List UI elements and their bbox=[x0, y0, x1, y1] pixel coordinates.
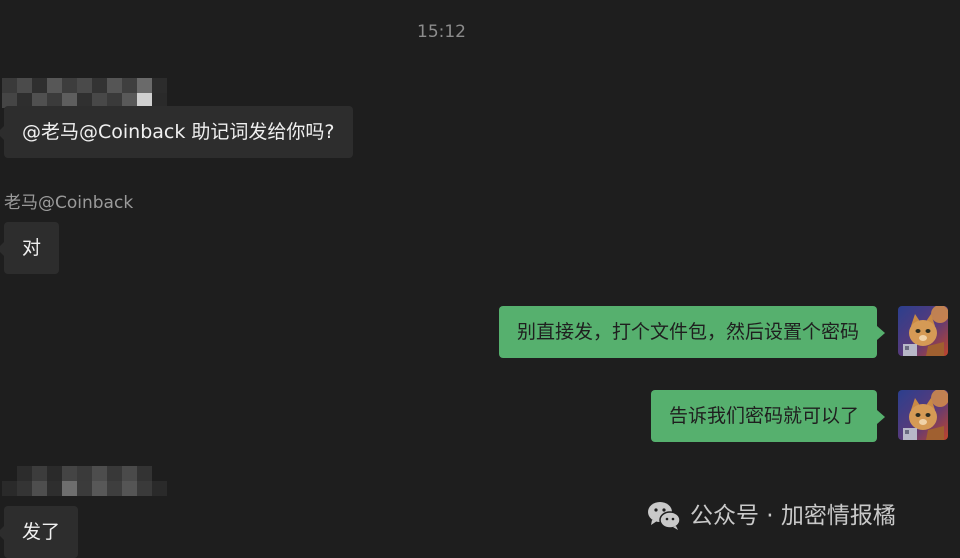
sender-name-mosaic bbox=[2, 466, 182, 496]
message-bubble-incoming[interactable]: 发了 bbox=[0, 506, 79, 558]
message-text: 别直接发，打个文件包，然后设置个密码 bbox=[516, 321, 859, 343]
sender-name: 老马@Coinback bbox=[4, 193, 134, 213]
sender-name-mosaic bbox=[2, 78, 182, 108]
message-bubble-outgoing[interactable]: 别直接发，打个文件包，然后设置个密码 bbox=[498, 306, 886, 358]
message-text: 发了 bbox=[22, 521, 61, 543]
message-bubble-outgoing[interactable]: 告诉我们密码就可以了 bbox=[650, 390, 886, 442]
message-bubble-incoming[interactable]: 对 bbox=[0, 222, 60, 274]
avatar-cat-image bbox=[898, 306, 948, 356]
avatar[interactable] bbox=[898, 390, 948, 440]
chat-timestamp: 15:12 bbox=[417, 22, 466, 42]
message-text: 对 bbox=[22, 237, 42, 259]
avatar[interactable] bbox=[898, 306, 948, 356]
message-text: 告诉我们密码就可以了 bbox=[668, 405, 859, 427]
message-bubble-incoming[interactable]: @老马@Coinback 助记词发给你吗? bbox=[0, 106, 353, 158]
avatar-cat-image bbox=[898, 390, 948, 440]
watermark-text: 公众号 · 加密情报橘 bbox=[690, 503, 896, 529]
watermark: 公众号 · 加密情报橘 bbox=[646, 498, 896, 534]
message-text: @老马@Coinback 助记词发给你吗? bbox=[22, 121, 335, 143]
wechat-icon bbox=[648, 502, 681, 530]
